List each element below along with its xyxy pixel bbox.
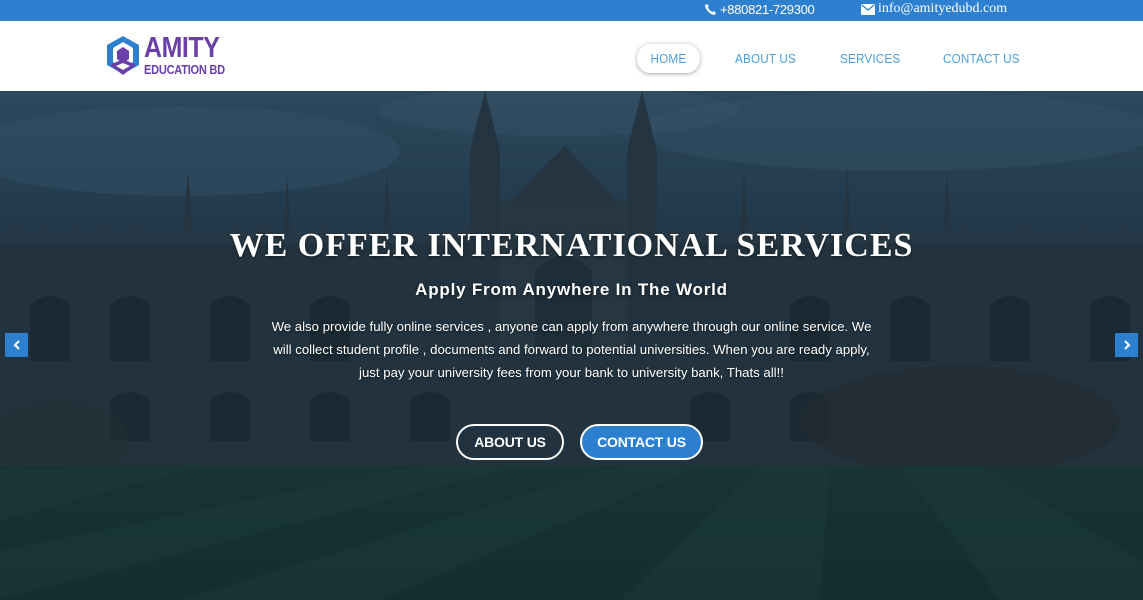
- hero-subtitle: Apply From Anywhere In The World: [415, 280, 728, 299]
- envelope-icon: [861, 3, 875, 15]
- hero-title: WE OFFER INTERNATIONAL SERVICES: [229, 227, 914, 264]
- phone-icon: [704, 3, 717, 16]
- contact-us-button[interactable]: CONTACT US: [580, 424, 703, 460]
- site-header: AMITY EDUCATION BD HOME ABOUT US SERVICE…: [0, 21, 1143, 91]
- slider-prev-button[interactable]: [5, 333, 28, 357]
- phone-number: +880821-729300: [720, 2, 815, 17]
- nav-home[interactable]: HOME: [637, 44, 700, 73]
- nav-contact-us[interactable]: CONTACT US: [943, 44, 1020, 73]
- hero-slider: WE OFFER INTERNATIONAL SERVICES Apply Fr…: [0, 91, 1143, 600]
- nav-about-us[interactable]: ABOUT US: [735, 44, 796, 73]
- hero-description-line: just pay your university fees from your …: [359, 365, 784, 380]
- nav-services[interactable]: SERVICES: [840, 44, 900, 73]
- hero-description-line: will collect student profile , documents…: [273, 342, 870, 357]
- hero-description: We also provide fully online services , …: [246, 315, 897, 384]
- top-contact-bar: +880821-729300 info@amityedubd.com: [0, 0, 1143, 21]
- email-link[interactable]: info@amityedubd.com: [861, 1, 1007, 17]
- chevron-right-icon: [1123, 340, 1130, 350]
- hero-description-line: We also provide fully online services , …: [271, 319, 872, 334]
- phone-link[interactable]: +880821-729300: [704, 2, 815, 17]
- chevron-left-icon: [13, 340, 20, 350]
- slider-next-button[interactable]: [1115, 333, 1138, 357]
- email-address: info@amityedubd.com: [878, 1, 1008, 16]
- about-us-button[interactable]: ABOUT US: [456, 424, 564, 460]
- main-nav: HOME ABOUT US SERVICES CONTACT US: [0, 44, 1143, 74]
